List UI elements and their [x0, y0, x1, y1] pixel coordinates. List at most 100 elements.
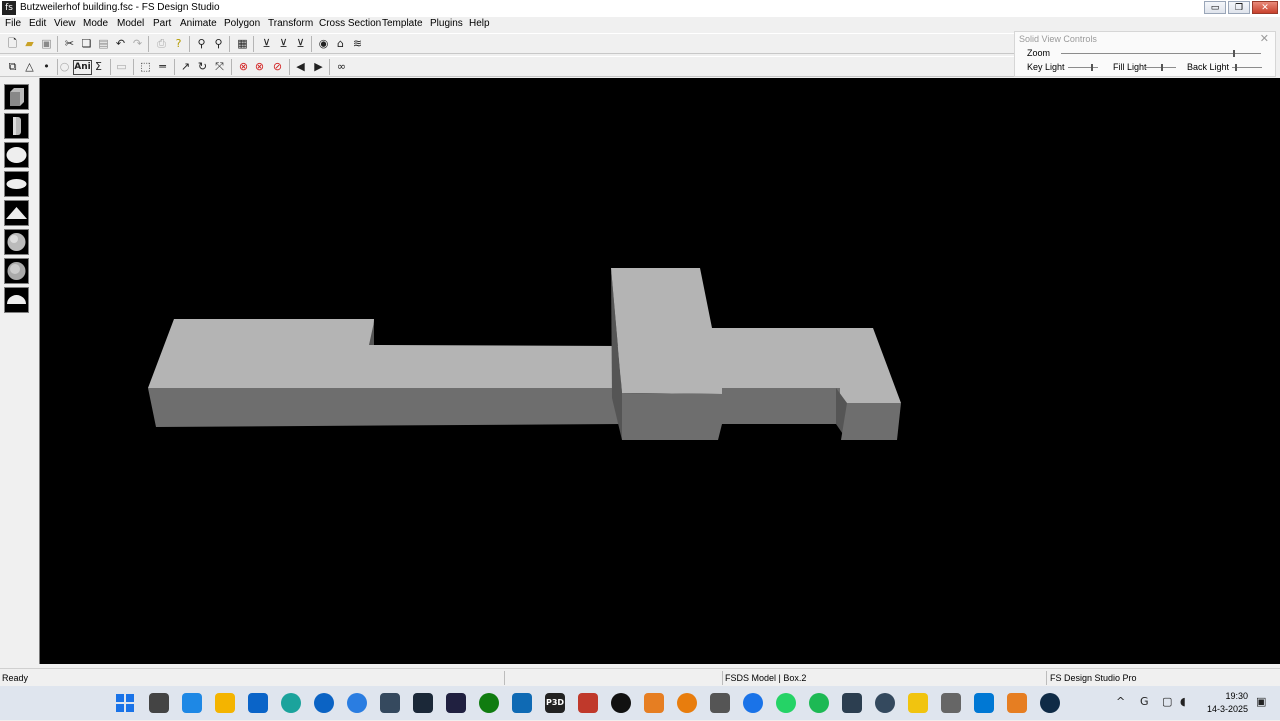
- fill-light-slider[interactable]: [1146, 64, 1176, 71]
- copy-icon[interactable]: ❏: [79, 36, 94, 51]
- logitech-icon[interactable]: [611, 693, 631, 713]
- scale-icon[interactable]: ⤧: [212, 59, 227, 74]
- cut-icon[interactable]: ✂: [62, 36, 77, 51]
- plane-icon[interactable]: [842, 693, 862, 713]
- mirror-z-icon[interactable]: ⊻: [293, 36, 308, 51]
- house-icon[interactable]: ⌂: [333, 36, 348, 51]
- previous-icon[interactable]: ◀: [293, 59, 308, 74]
- music-icon[interactable]: [644, 693, 664, 713]
- menu-template[interactable]: Template: [382, 18, 423, 29]
- ani-icon[interactable]: Ani: [73, 60, 92, 75]
- menu-polygon[interactable]: Polygon: [224, 18, 260, 29]
- terrain-icon[interactable]: [710, 693, 730, 713]
- redo-icon[interactable]: ↷: [130, 36, 145, 51]
- g-icon[interactable]: [743, 693, 763, 713]
- building-model[interactable]: [40, 78, 1280, 664]
- menu-edit[interactable]: Edit: [29, 18, 46, 29]
- menu-plugins[interactable]: Plugins: [430, 18, 463, 29]
- file-explorer-icon[interactable]: [215, 693, 235, 713]
- slides-icon[interactable]: [1007, 693, 1027, 713]
- mail-icon[interactable]: [182, 693, 202, 713]
- back-light-slider[interactable]: [1232, 64, 1262, 71]
- check-icon[interactable]: [908, 693, 928, 713]
- fsds-icon[interactable]: [941, 693, 961, 713]
- circle-icon[interactable]: ○: [57, 59, 72, 74]
- tray-network-icon[interactable]: ▢: [1162, 695, 1172, 708]
- undo-icon[interactable]: ↶: [113, 36, 128, 51]
- menu-transform[interactable]: Transform: [268, 18, 313, 29]
- p3d-icon[interactable]: P3D: [545, 693, 565, 713]
- point-icon[interactable]: •: [39, 59, 54, 74]
- binoculars-icon[interactable]: ∞: [334, 59, 349, 74]
- steam-icon[interactable]: [413, 693, 433, 713]
- close-button[interactable]: ✕: [1252, 1, 1278, 14]
- outlook-icon[interactable]: [248, 693, 268, 713]
- text-icon[interactable]: ▭: [114, 59, 129, 74]
- flat-ellipse-shape-button[interactable]: [4, 171, 29, 197]
- clock[interactable]: 19:30 14-3-2025: [1207, 690, 1248, 716]
- eye-icon[interactable]: ◉: [316, 36, 331, 51]
- menu-help[interactable]: Help: [469, 18, 490, 29]
- geosphere-shape-button[interactable]: [4, 229, 29, 255]
- key-light-slider[interactable]: [1068, 64, 1098, 71]
- line-icon[interactable]: ═: [155, 59, 170, 74]
- print-icon[interactable]: ⎙: [154, 36, 169, 51]
- select-icon[interactable]: ⧉: [5, 59, 20, 74]
- restore-button[interactable]: ❐: [1228, 1, 1250, 14]
- game-icon[interactable]: [446, 693, 466, 713]
- sphere-shape-button[interactable]: [4, 142, 29, 168]
- menu-part[interactable]: Part: [153, 18, 171, 29]
- zoom-slider[interactable]: [1061, 50, 1261, 57]
- zoom-out-icon[interactable]: ⚲: [211, 36, 226, 51]
- no-entry-3-icon[interactable]: ⊘: [270, 59, 285, 74]
- deepl-icon[interactable]: [1040, 693, 1060, 713]
- cloud-icon[interactable]: [512, 693, 532, 713]
- menu-animate[interactable]: Animate: [180, 18, 217, 29]
- hemisphere-shape-button[interactable]: [4, 287, 29, 313]
- help-icon[interactable]: ?: [171, 36, 186, 51]
- mirror-y-icon[interactable]: ⊻: [276, 36, 291, 51]
- xbox-icon[interactable]: [479, 693, 499, 713]
- notification-icon[interactable]: ▣: [1256, 695, 1266, 708]
- tray-g-icon[interactable]: G: [1140, 695, 1149, 708]
- edge-dev-icon[interactable]: [314, 693, 334, 713]
- mirror-x-icon[interactable]: ⊻: [259, 36, 274, 51]
- edge-icon[interactable]: [281, 693, 301, 713]
- geosphere-2-shape-button[interactable]: [4, 258, 29, 284]
- vscode-icon[interactable]: [974, 693, 994, 713]
- globe-icon[interactable]: [347, 693, 367, 713]
- zoom-in-icon[interactable]: ⚲: [194, 36, 209, 51]
- zoom-slider-thumb[interactable]: [1233, 50, 1235, 57]
- minimize-button[interactable]: ▭: [1204, 1, 1226, 14]
- menu-cross-section[interactable]: Cross Section: [319, 18, 381, 29]
- radar-icon[interactable]: [380, 693, 400, 713]
- open-folder-icon[interactable]: ▰: [22, 36, 37, 51]
- start-icon[interactable]: [115, 693, 135, 713]
- pyramid-shape-button[interactable]: [4, 200, 29, 226]
- no-entry-1-icon[interactable]: ⊗: [236, 59, 251, 74]
- task-view-icon[interactable]: [149, 693, 169, 713]
- triangle-icon[interactable]: △: [22, 59, 37, 74]
- no-entry-2-icon[interactable]: ⊗: [252, 59, 267, 74]
- sigma-icon[interactable]: Σ: [91, 59, 106, 74]
- menu-view[interactable]: View: [54, 18, 76, 29]
- grid-icon[interactable]: ▦: [235, 36, 250, 51]
- craft-icon[interactable]: [578, 693, 598, 713]
- dotted-select-icon[interactable]: ⬚: [138, 59, 153, 74]
- blender-icon[interactable]: [677, 693, 697, 713]
- new-file-icon[interactable]: 🗋: [5, 36, 20, 51]
- panel-close-icon[interactable]: ✕: [1260, 32, 1269, 45]
- rotate-icon[interactable]: ↻: [195, 59, 210, 74]
- back-light-slider-thumb[interactable]: [1235, 64, 1237, 71]
- 3d-viewport[interactable]: [39, 78, 1280, 664]
- next-icon[interactable]: ▶: [311, 59, 326, 74]
- menu-model[interactable]: Model: [117, 18, 144, 29]
- lines-icon[interactable]: ≋: [350, 36, 365, 51]
- arrow-icon[interactable]: ↗: [178, 59, 193, 74]
- fill-light-slider-thumb[interactable]: [1161, 64, 1163, 71]
- cylinder-shape-button[interactable]: [4, 113, 29, 139]
- box-shape-button[interactable]: [4, 84, 29, 110]
- save-icon[interactable]: ▣: [39, 36, 54, 51]
- paste-icon[interactable]: ▤: [96, 36, 111, 51]
- menu-mode[interactable]: Mode: [83, 18, 108, 29]
